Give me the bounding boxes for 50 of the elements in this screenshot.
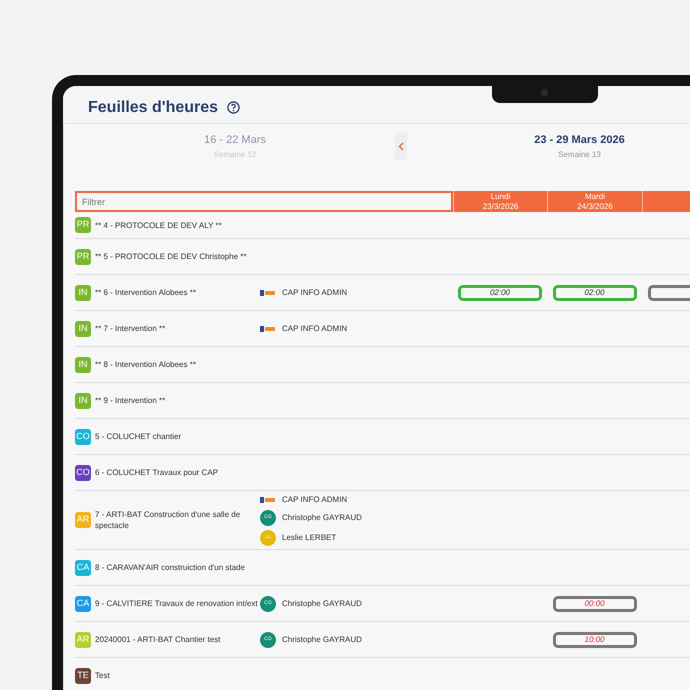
previous-week-button[interactable] [395, 132, 407, 160]
project-name: ** 6 - Intervention Alobees ** [95, 287, 196, 298]
week-label: Semaine 13 [557, 148, 602, 160]
project-badge: PR [75, 217, 91, 233]
chevron-left-icon [398, 142, 404, 150]
assignee-name: Christophe GAYRAUD [282, 598, 362, 610]
project-badge: IN [75, 320, 91, 336]
project-name: ** 4 - PROTOCOLE DE DEV ALY ** [95, 220, 222, 230]
day-column-header: Lundi 23/3/2026 [453, 191, 547, 212]
project-badge: IN [75, 356, 91, 372]
assignee-name: CAP INFO ADMIN [282, 286, 348, 298]
project-badge: CA [75, 560, 91, 576]
project-name: ** 7 - Intervention ** [95, 323, 166, 334]
project-badge: IN [75, 392, 91, 408]
project-name: ** 5 - PROTOCOLE DE DEV Christophe ** [95, 251, 246, 262]
project-name: 6 - COLUCHET Travaux pour CAP [95, 467, 218, 478]
assignee-name: Christophe GAYRAUD [282, 512, 362, 524]
assignee-name: Leslie LERBET [282, 532, 336, 544]
hours-field[interactable]: 00:00 [552, 596, 636, 612]
project-badge: PR [75, 248, 91, 264]
hours-field[interactable]: 02:00 [458, 284, 542, 300]
hours-field[interactable]: 10:00 [552, 632, 636, 648]
page-title: Feuilles d'heures [88, 99, 218, 116]
assignee-name: CAP INFO ADMIN [282, 494, 348, 506]
project-badge: CO [75, 464, 91, 480]
project-name: 9 - CALVITIERE Travaux de renovation int/ext [95, 598, 258, 609]
project-name: ** 8 - Intervention Alobees ** [95, 359, 196, 370]
project-name: 7 - ARTI-BAT Construction d'une salle de spectacle [95, 509, 242, 531]
project-name: Test [95, 670, 110, 681]
project-badge: CA [75, 596, 91, 612]
project-name: 5 - COLUCHET chantier [95, 431, 182, 442]
help-icon[interactable] [226, 101, 240, 114]
project-badge: IN [75, 284, 91, 300]
project-badge: CO [75, 428, 91, 444]
week-range: 23 - 29 Mars 2026 [533, 133, 626, 148]
filter-field[interactable]: Filtrer [75, 191, 453, 212]
assignee-name: CAP INFO ADMIN [282, 322, 348, 334]
company-logo-icon [260, 288, 276, 296]
project-badge: TE [75, 668, 91, 684]
day-column-header: Mardi 24/3/2026 [547, 191, 642, 212]
company-logo-icon [260, 324, 276, 332]
project-badge: AR [75, 512, 91, 528]
week-range: 16 - 22 Mars [203, 133, 267, 148]
hours-field[interactable]: 02:00 [552, 284, 636, 300]
project-name: 20240001 - ARTI-BAT Chantier test [95, 634, 220, 645]
company-logo-icon [260, 496, 276, 504]
assignee-name: Christophe GAYRAUD [282, 634, 362, 646]
project-badge: AR [75, 632, 91, 648]
project-name: ** 9 - Intervention ** [95, 395, 166, 406]
project-name: 8 - CARAVAN'AIR construiction d'un stade [95, 562, 245, 573]
